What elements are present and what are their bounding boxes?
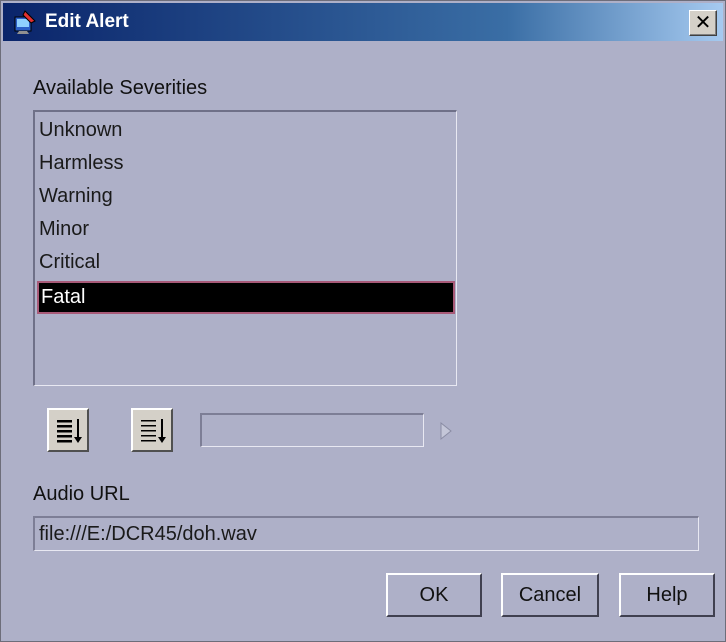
app-icon [14, 10, 36, 34]
ok-button[interactable]: OK [386, 573, 482, 617]
close-button[interactable]: ✕ [689, 10, 717, 36]
list-item-fatal[interactable]: Fatal [37, 281, 455, 314]
sort-list-button[interactable] [47, 408, 89, 452]
list-sort-alt-icon [141, 419, 166, 443]
severities-list[interactable]: Unknown Harmless Warning Minor Critical … [33, 110, 457, 386]
list-item-warning[interactable]: Warning [37, 180, 455, 213]
audio-url-input[interactable] [33, 516, 699, 551]
audio-url-label: Audio URL [33, 483, 130, 505]
help-button[interactable]: Help [619, 573, 715, 617]
list-item-unknown[interactable]: Unknown [37, 114, 455, 147]
cancel-button[interactable]: Cancel [501, 573, 599, 617]
slider-track[interactable] [200, 413, 424, 447]
edit-alert-dialog: Edit Alert ✕ Available Severities Unknow… [0, 0, 726, 642]
list-sort-icon [57, 419, 82, 443]
sort-list-alt-button[interactable] [131, 408, 173, 452]
title-bar[interactable]: Edit Alert ✕ [3, 3, 723, 41]
triangle-right-icon[interactable] [438, 421, 454, 441]
severities-label: Available Severities [33, 77, 208, 99]
list-item-minor[interactable]: Minor [37, 213, 455, 246]
list-item-critical[interactable]: Critical [37, 246, 455, 279]
window-title: Edit Alert [45, 11, 129, 32]
list-item-harmless[interactable]: Harmless [37, 147, 455, 180]
close-icon: ✕ [694, 12, 712, 34]
